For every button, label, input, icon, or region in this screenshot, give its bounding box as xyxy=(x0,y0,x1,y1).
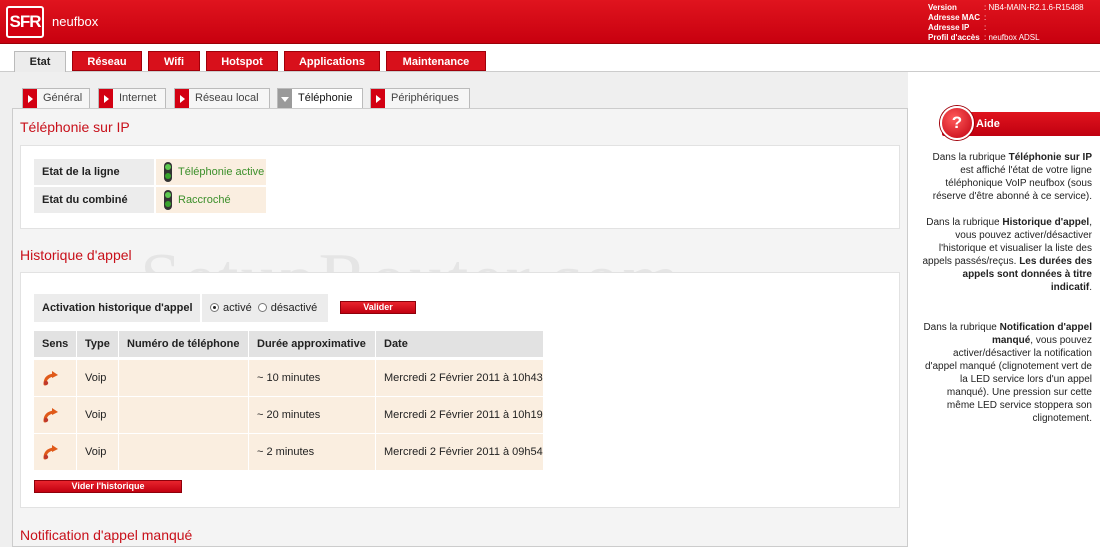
radio-inactive[interactable] xyxy=(257,303,267,312)
col-header-sens: Sens xyxy=(34,331,76,357)
cell-duration: ~ 2 minutes xyxy=(249,434,375,470)
info-value: : NB4-MAIN-R2.1.6-R15488 xyxy=(984,3,1084,12)
outgoing-call-icon xyxy=(43,445,58,460)
cell-date: Mercredi 2 Février 2011 à 09h54 xyxy=(376,434,543,470)
help-panel: Aide ? Dans la rubrique Téléphonie sur I… xyxy=(908,72,1100,547)
info-key: Version xyxy=(928,3,957,12)
tab-etat[interactable]: Etat xyxy=(14,51,66,72)
info-key: Profil d'accès xyxy=(928,33,980,42)
radio-active-label: activé xyxy=(223,302,252,314)
help-text: est affiché l'état de votre ligne téléph… xyxy=(932,165,1092,202)
help-text: . xyxy=(1089,282,1092,293)
arrow-right-icon xyxy=(175,89,189,108)
cell-date: Mercredi 2 Février 2011 à 10h19 xyxy=(376,397,543,433)
radio-active[interactable] xyxy=(210,303,219,312)
subtab-reseau-local[interactable]: Réseau local xyxy=(174,88,270,108)
tab-hotspot[interactable]: Hotspot xyxy=(206,51,278,71)
outgoing-call-icon xyxy=(43,371,58,386)
help-text-bold: Historique d'appel xyxy=(1002,217,1090,228)
cell-type: Voip xyxy=(77,397,118,433)
col-header-date: Date xyxy=(376,331,543,357)
led-green-icon xyxy=(164,190,172,210)
section-title-history: Historique d'appel xyxy=(20,247,132,263)
help-question-icon: ? xyxy=(940,106,974,140)
info-value: : neufbox ADSL xyxy=(984,33,1040,42)
sfr-logo: SFR xyxy=(6,6,44,38)
subtab-label: Internet xyxy=(119,92,157,104)
tab-wifi[interactable]: Wifi xyxy=(148,51,200,71)
table-row xyxy=(34,434,76,470)
line-state-label: Etat de la ligne xyxy=(34,159,154,185)
handset-state-text: Raccroché xyxy=(178,194,231,206)
info-key: Adresse IP xyxy=(928,23,970,32)
cell-type: Voip xyxy=(77,360,118,396)
subtab-label: Téléphonie xyxy=(298,92,353,104)
help-paragraph-history: Dans la rubrique Historique d'appel, vou… xyxy=(920,216,1092,294)
col-header-number: Numéro de téléphone xyxy=(119,331,248,357)
info-key: Adresse MAC xyxy=(928,13,981,22)
led-green-icon xyxy=(164,162,172,182)
handset-state-label: Etat du combiné xyxy=(34,187,154,213)
arrow-right-icon xyxy=(371,89,385,108)
tab-maintenance[interactable]: Maintenance xyxy=(386,51,486,71)
arrow-right-icon xyxy=(99,89,113,108)
tab-reseau[interactable]: Réseau xyxy=(72,51,142,71)
help-text: , vous pouvez activer/désactiver la noti… xyxy=(924,335,1092,424)
radio-inactive-label: désactivé xyxy=(270,302,318,314)
cell-number xyxy=(119,434,248,470)
cell-duration: ~ 20 minutes xyxy=(249,397,375,433)
subtab-label: Périphériques xyxy=(391,92,459,104)
subtab-internet[interactable]: Internet xyxy=(98,88,166,108)
history-activation-label: Activation historique d'appel xyxy=(34,294,200,322)
cell-number xyxy=(119,397,248,433)
brand-name: neufbox xyxy=(52,14,99,29)
help-text: Dans la rubrique xyxy=(932,152,1009,163)
top-banner: SFR neufbox Version : NB4-MAIN-R2.1.6-R15… xyxy=(0,0,1100,44)
help-paragraph-voip: Dans la rubrique Téléphonie sur IP est a… xyxy=(920,151,1092,203)
cell-type: Voip xyxy=(77,434,118,470)
history-activation-options: activé désactivé xyxy=(202,294,328,322)
table-row xyxy=(34,360,76,396)
subtab-general[interactable]: Général xyxy=(22,88,90,108)
main-nav: Etat Réseau Wifi Hotspot Applications Ma… xyxy=(0,44,1100,72)
help-text: Dans la rubrique xyxy=(926,217,1003,228)
col-header-type: Type xyxy=(77,331,118,357)
cell-date: Mercredi 2 Février 2011 à 10h43 xyxy=(376,360,543,396)
help-text-bold: Téléphonie sur IP xyxy=(1008,152,1092,163)
cell-duration: ~ 10 minutes xyxy=(249,360,375,396)
outgoing-call-icon xyxy=(43,408,58,423)
info-value: : xyxy=(984,23,987,32)
section-title-voip: Téléphonie sur IP xyxy=(20,119,130,135)
arrow-right-icon xyxy=(23,89,37,108)
help-paragraph-missed: Dans la rubrique Notification d'appel ma… xyxy=(920,321,1092,425)
subtab-label: Réseau local xyxy=(195,92,259,104)
device-info: Version : NB4-MAIN-R2.1.6-R15488 Adresse … xyxy=(928,3,1084,43)
cell-number xyxy=(119,360,248,396)
table-row xyxy=(34,397,76,433)
info-value: : xyxy=(984,13,987,22)
subtab-telephonie[interactable]: Téléphonie xyxy=(277,88,363,109)
handset-state-value: Raccroché xyxy=(156,187,266,213)
line-state-value: Téléphonie active xyxy=(156,159,266,185)
line-state-text: Téléphonie active xyxy=(178,166,265,178)
validate-button[interactable]: Valider xyxy=(340,301,416,314)
col-header-duration: Durée approximative xyxy=(249,331,375,357)
arrow-down-icon xyxy=(278,89,292,108)
subtab-label: Général xyxy=(43,92,83,104)
tab-applications[interactable]: Applications xyxy=(284,51,380,71)
help-text: Dans la rubrique xyxy=(923,322,1000,333)
subtab-peripheriques[interactable]: Périphériques xyxy=(370,88,470,108)
clear-history-button[interactable]: Vider l'historique xyxy=(34,480,182,493)
section-title-missed: Notification d'appel manqué xyxy=(20,527,193,543)
